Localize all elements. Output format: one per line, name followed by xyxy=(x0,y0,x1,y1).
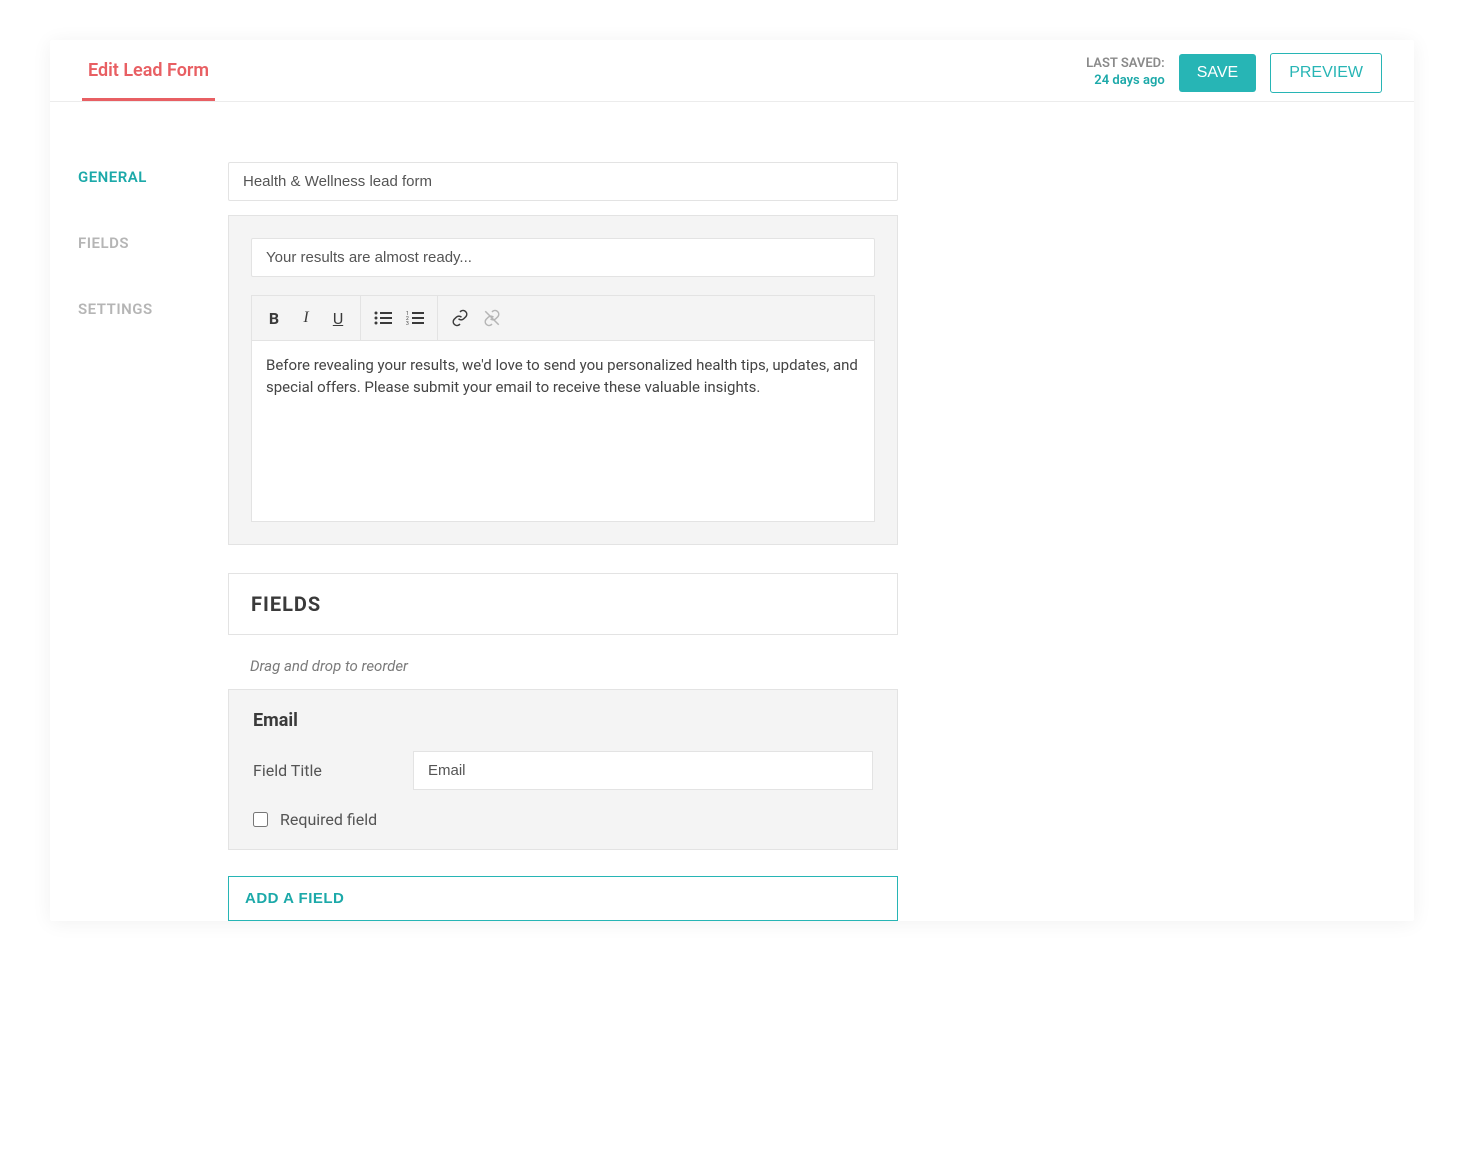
header: Edit Lead Form LAST SAVED: 24 days ago S… xyxy=(50,40,1414,102)
form-heading-input[interactable] xyxy=(251,238,875,277)
toolbar-group-link xyxy=(438,296,514,340)
tab-edit-lead-form[interactable]: Edit Lead Form xyxy=(82,58,215,101)
underline-icon[interactable]: U xyxy=(322,302,354,334)
side-nav: GENERAL FIELDS SETTINGS xyxy=(78,162,228,921)
editor-body[interactable]: Before revealing your results, we'd love… xyxy=(252,341,874,521)
editor-toolbar: B I U 123 xyxy=(252,296,874,341)
preview-button[interactable]: PREVIEW xyxy=(1270,53,1382,93)
sidenav-item-fields[interactable]: FIELDS xyxy=(78,234,228,300)
last-saved-label: LAST SAVED: xyxy=(1086,56,1165,73)
toolbar-group-text: B I U xyxy=(252,296,361,340)
app-container: Edit Lead Form LAST SAVED: 24 days ago S… xyxy=(50,40,1414,921)
unlink-icon[interactable] xyxy=(476,302,508,334)
main-content: B I U 123 xyxy=(228,162,898,921)
fields-title: FIELDS xyxy=(251,592,875,616)
link-icon[interactable] xyxy=(444,302,476,334)
reorder-hint: Drag and drop to reorder xyxy=(250,657,898,675)
required-checkbox[interactable] xyxy=(253,812,268,827)
field-title-label: Field Title xyxy=(253,761,403,780)
required-label: Required field xyxy=(280,810,377,829)
field-card-email[interactable]: Email Field Title Required field xyxy=(228,689,898,850)
field-title-row: Field Title xyxy=(253,751,873,790)
numbered-list-icon[interactable]: 123 xyxy=(399,302,431,334)
field-title-input[interactable] xyxy=(413,751,873,790)
italic-icon[interactable]: I xyxy=(290,302,322,334)
fields-section-header: FIELDS xyxy=(228,573,898,635)
rich-text-editor: B I U 123 xyxy=(251,295,875,522)
sidenav-item-general[interactable]: GENERAL xyxy=(78,168,228,234)
header-actions: LAST SAVED: 24 days ago SAVE PREVIEW xyxy=(1086,53,1382,107)
add-field-button[interactable]: ADD A FIELD xyxy=(228,876,898,921)
bold-icon[interactable]: B xyxy=(258,302,290,334)
svg-text:3: 3 xyxy=(406,321,409,325)
save-button[interactable]: SAVE xyxy=(1179,54,1257,92)
general-card: B I U 123 xyxy=(228,215,898,545)
header-tabs: Edit Lead Form xyxy=(82,58,215,101)
form-name-input[interactable] xyxy=(228,162,898,201)
sidenav-item-settings[interactable]: SETTINGS xyxy=(78,300,228,366)
bullet-list-icon[interactable] xyxy=(367,302,399,334)
required-row[interactable]: Required field xyxy=(253,810,873,829)
field-name: Email xyxy=(253,710,873,731)
last-saved: LAST SAVED: 24 days ago xyxy=(1086,56,1165,90)
toolbar-group-list: 123 xyxy=(361,296,438,340)
last-saved-time: 24 days ago xyxy=(1086,73,1165,90)
body: GENERAL FIELDS SETTINGS B I U xyxy=(50,102,1414,921)
